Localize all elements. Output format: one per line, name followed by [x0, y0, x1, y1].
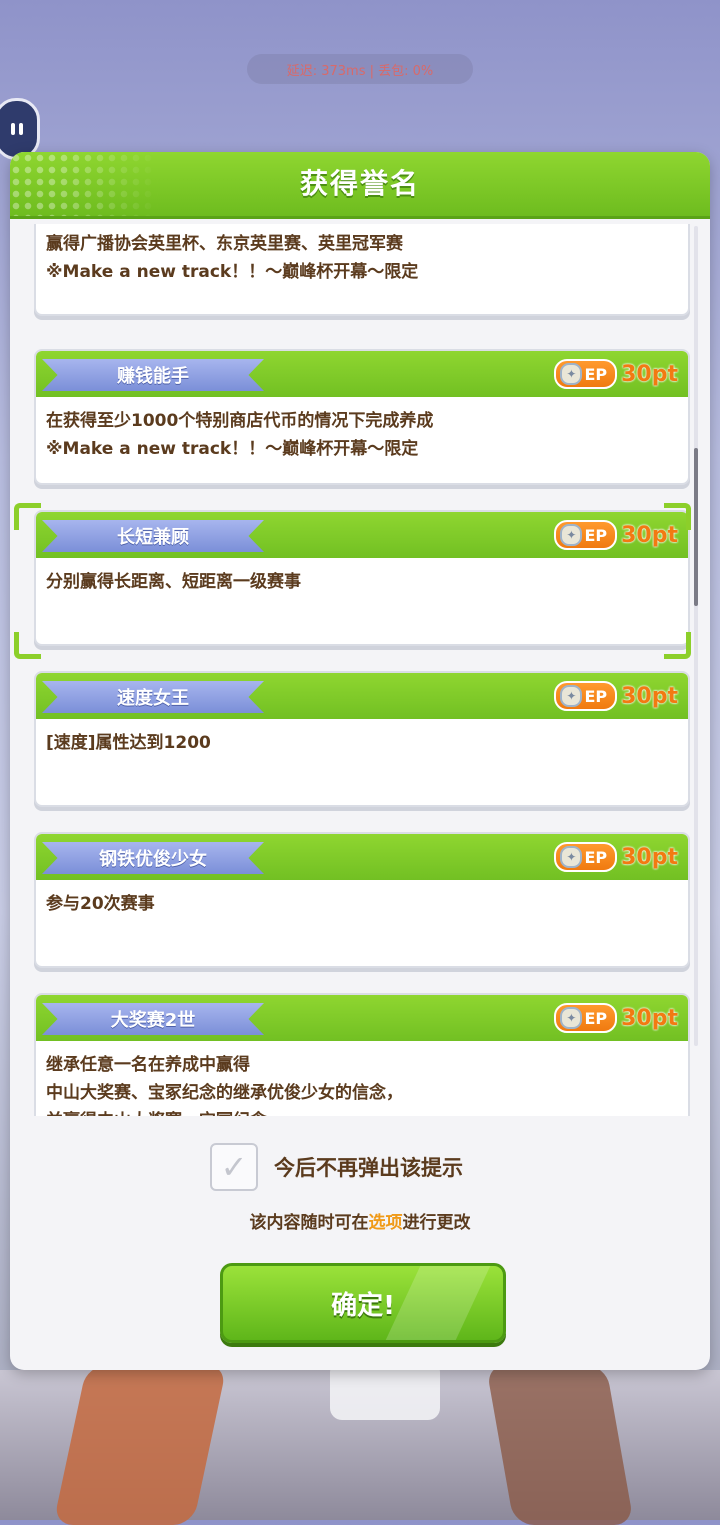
- ep-coin-icon: ✦: [560, 363, 583, 385]
- honor-card[interactable]: 长短兼顾 ✦ EP 30pt 分别赢得长距离、短距离一级赛事: [34, 510, 690, 646]
- ep-badge: ✦ EP: [554, 520, 618, 550]
- honor-name-ribbon: 长短兼顾: [42, 520, 264, 552]
- settings-hint: 该内容随时可在选项进行更改: [249, 1213, 471, 1233]
- chat-bubble-icon: [10, 122, 24, 136]
- selection-corner: [664, 503, 691, 530]
- checkmark-icon: ✓: [220, 1148, 248, 1186]
- honor-name-ribbon: 赚钱能手: [42, 359, 264, 391]
- card-description-line: 中山大奖赛、宝冢纪念的继承优俊少女的信念，: [46, 1083, 403, 1103]
- dont-show-again-label[interactable]: 今后不再弹出该提示: [274, 1152, 463, 1182]
- dont-show-again-row[interactable]: ✓ 今后不再弹出该提示: [210, 1142, 463, 1192]
- reward-points: 30pt: [621, 361, 678, 387]
- confirm-button[interactable]: 确定!: [220, 1263, 506, 1343]
- network-status-pill: 延迟: 373ms | 丢包: 0%: [247, 54, 473, 84]
- card-description-line: 分别赢得长距离、短距离一级赛事: [46, 572, 301, 592]
- reward-points: 30pt: [621, 683, 678, 709]
- honor-name-ribbon: 速度女王: [42, 681, 264, 713]
- options-link[interactable]: 选项: [369, 1213, 403, 1233]
- card-description-line: ※Make a new track！！～巅峰杯开幕～限定: [46, 262, 419, 282]
- ep-badge: ✦ EP: [554, 681, 618, 711]
- honor-card-partial[interactable]: 赢得广播协会英里杯、东京英里赛、英里冠军赛 ※Make a new track！…: [34, 224, 690, 316]
- scrollbar-thumb[interactable]: [694, 448, 698, 606]
- dialog-title: 获得誉名: [299, 167, 420, 200]
- ep-coin-icon: ✦: [560, 846, 583, 868]
- reward: ✦ EP 30pt: [554, 681, 678, 711]
- card-description-line: 继承任意一名在养成中赢得: [46, 1055, 250, 1075]
- floating-chat-button[interactable]: [0, 98, 40, 160]
- honor-card[interactable]: 赚钱能手 ✦ EP 30pt 在获得至少1000个特别商店代币的情况下完成养成 …: [34, 349, 690, 485]
- ep-coin-icon: ✦: [560, 524, 583, 546]
- honor-list[interactable]: 赢得广播协会英里杯、东京英里赛、英里冠军赛 ※Make a new track！…: [10, 224, 710, 1116]
- card-description-line: 参与20次赛事: [46, 894, 155, 914]
- reward-points: 30pt: [621, 844, 678, 870]
- card-description-line: ※Make a new track！！～巅峰杯开幕～限定: [46, 439, 419, 459]
- card-description-line: [速度]属性达到1200: [46, 733, 211, 753]
- card-description-line: 并赢得中山大奖赛、宝冢纪念: [46, 1107, 678, 1116]
- reward-points: 30pt: [621, 1005, 678, 1031]
- selection-corner: [14, 503, 41, 530]
- ep-badge: ✦ EP: [554, 842, 618, 872]
- reward: ✦ EP 30pt: [554, 359, 678, 389]
- reward: ✦ EP 30pt: [554, 842, 678, 872]
- reward: ✦ EP 30pt: [554, 1003, 678, 1033]
- ep-badge: ✦ EP: [554, 359, 618, 389]
- selection-corner: [14, 632, 41, 659]
- selection-corner: [664, 632, 691, 659]
- reward: ✦ EP 30pt: [554, 520, 678, 550]
- honor-card[interactable]: 大奖赛2世 ✦ EP 30pt 继承任意一名在养成中赢得 中山大奖赛、宝冢纪念的…: [34, 993, 690, 1116]
- dialog-header: 获得誉名: [10, 152, 710, 219]
- list-scrollbar[interactable]: [694, 226, 698, 1046]
- ep-coin-icon: ✦: [560, 1007, 583, 1029]
- honor-card[interactable]: 速度女王 ✦ EP 30pt [速度]属性达到1200: [34, 671, 690, 807]
- ep-coin-icon: ✦: [560, 685, 583, 707]
- dont-show-again-checkbox[interactable]: ✓: [210, 1143, 258, 1191]
- honor-name-ribbon: 大奖赛2世: [42, 1003, 264, 1035]
- ep-badge: ✦ EP: [554, 1003, 618, 1033]
- card-description-line: 在获得至少1000个特别商店代币的情况下完成养成: [46, 411, 434, 431]
- card-description-line: 赢得广播协会英里杯、东京英里赛、英里冠军赛: [46, 234, 403, 254]
- honor-card[interactable]: 钢铁优俊少女 ✦ EP 30pt 参与20次赛事: [34, 832, 690, 968]
- honor-name-ribbon: 钢铁优俊少女: [42, 842, 264, 874]
